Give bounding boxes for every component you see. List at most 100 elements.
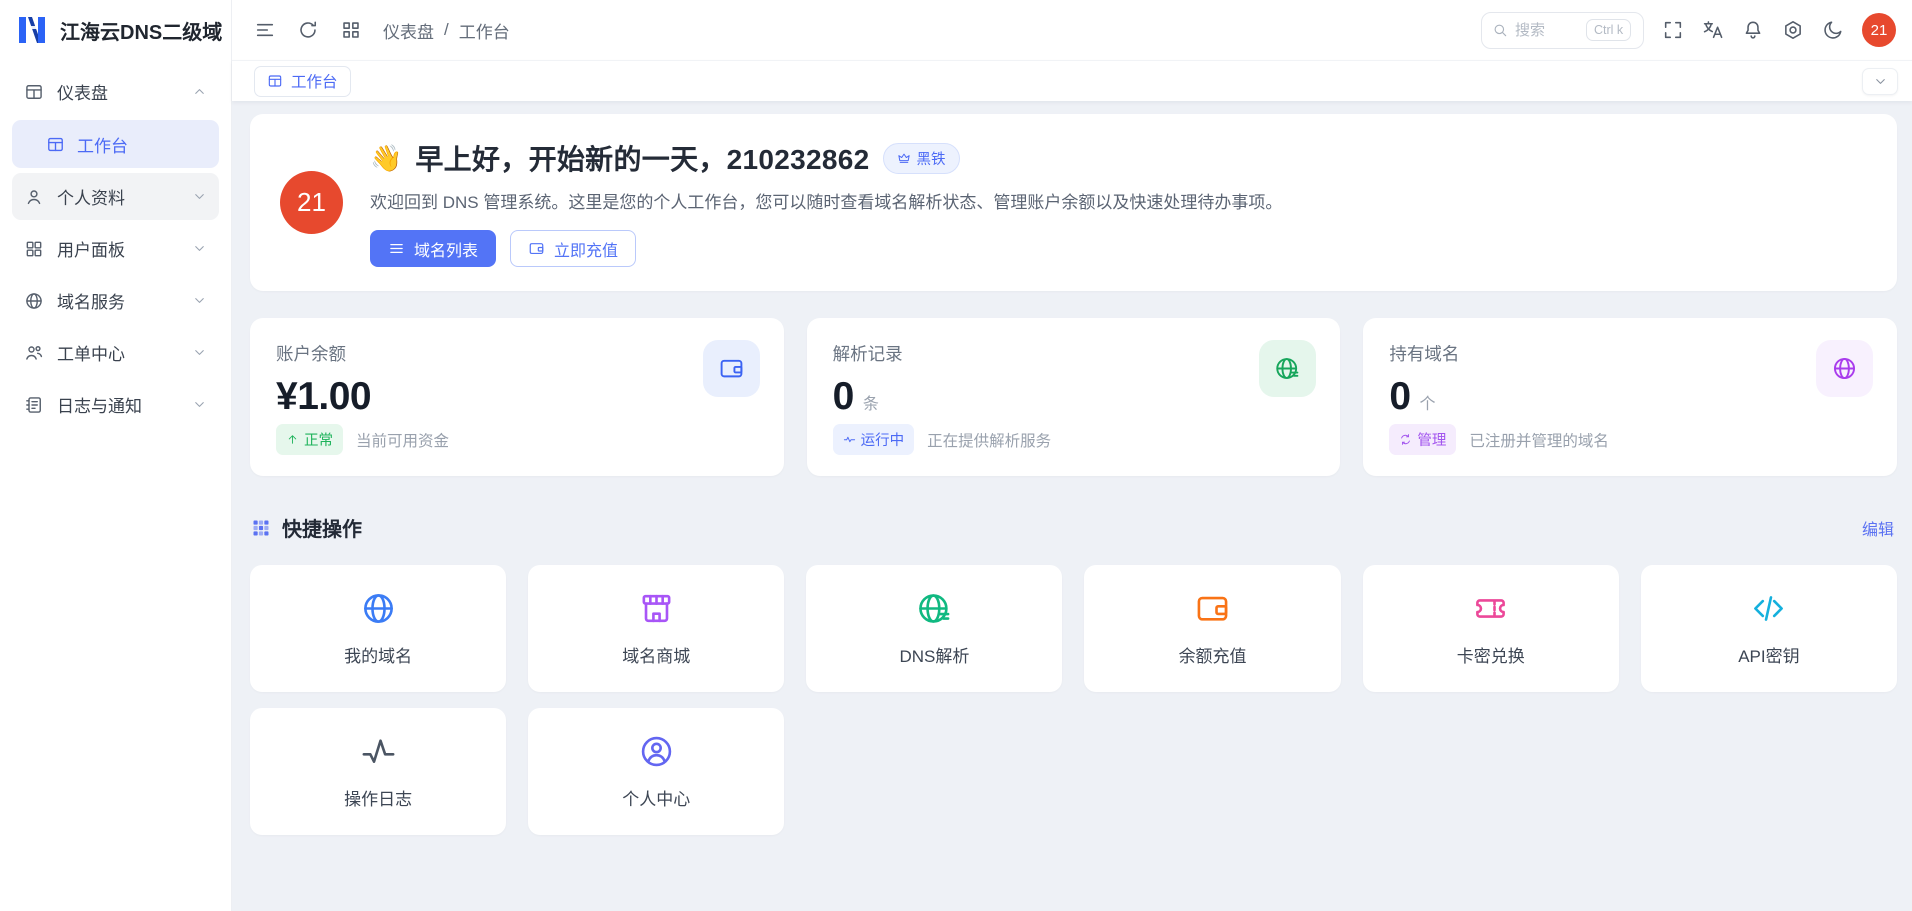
log-icon [24,395,44,415]
recharge-button[interactable]: 立即充值 [510,230,637,267]
main-column: 仪表盘 / 工作台 Ctrl k 21 [232,0,1912,911]
quick-action-label: DNS解析 [899,647,970,666]
sync-icon [1399,433,1412,446]
user-circle-icon [638,733,675,770]
refresh-icon[interactable] [297,19,319,41]
list-icon [388,240,405,257]
quick-actions-title-wrap: 快捷操作 [251,513,362,542]
stat-label: 解析记录 [832,344,903,364]
welcome-title-row: 👋 早上好，开始新的一天，210232862 黑铁 [370,138,1282,178]
chevron-down-icon [192,345,207,360]
stats-row: 账户余额 ¥1.00 正常 当前可用资金 解析记录 0 条运行中 正在提供解析服务 持有域名 0 个… [250,318,1897,476]
sidebar-subitem-label: 工作台 [77,136,128,156]
button-label: 立即充值 [554,242,619,260]
chevron-up-icon [192,84,207,99]
status-badge: 正常 [276,424,343,455]
chevron-down-icon [192,189,207,204]
domain-list-button[interactable]: 域名列表 [370,230,497,267]
quick-action-label: 余额充值 [1178,647,1247,666]
quick-action-card[interactable]: 操作日志 [250,708,507,835]
quick-action-card[interactable]: API密钥 [1640,565,1897,692]
stat-footer: 运行中 正在提供解析服务 [832,424,1051,455]
moon-icon[interactable] [1822,19,1844,41]
search-box[interactable]: Ctrl k [1481,11,1644,49]
sidebar: 江海云DNS二级域 仪表盘工作台个人资料用户面板域名服务工单中心日志与通知 [0,0,232,911]
quick-action-label: 域名商城 [622,647,691,666]
stat-footer: 管理 已注册并管理的域名 [1389,424,1609,455]
translate-icon[interactable] [1702,19,1724,41]
edit-link[interactable]: 编辑 [1862,516,1894,540]
welcome-title: 早上好，开始新的一天，210232862 [415,144,870,175]
topbar-left-icons [254,19,362,41]
sidebar-item[interactable]: 域名服务 [12,277,219,324]
bell-icon[interactable] [1742,19,1764,41]
quick-action-card[interactable]: 我的域名 [250,565,507,692]
status-badge-label: 正常 [304,433,333,449]
stat-description: 当前可用资金 [356,432,450,450]
logo-row: 江海云DNS二级域 [0,0,231,60]
chevron-down-icon [192,397,207,412]
globe-icon [1831,355,1858,382]
sidebar-subitem[interactable]: 工作台 [12,120,219,168]
pulse-icon [843,433,856,446]
globe-dns-icon [1274,355,1301,382]
quick-action-card[interactable]: 个人中心 [528,708,785,835]
breadcrumb-parent[interactable]: 仪表盘 [383,18,434,43]
quick-actions-title: 快捷操作 [282,519,362,541]
wave-emoji: 👋 [370,142,403,173]
breadcrumb-current[interactable]: 工作台 [459,18,510,43]
quick-action-card[interactable]: 卡密兑换 [1362,565,1619,692]
tab-workbench[interactable]: 工作台 [254,65,351,97]
status-badge: 运行中 [832,424,915,455]
quick-action-card[interactable]: 域名商城 [528,565,785,692]
globe-icon [24,291,44,311]
crown-icon [897,151,911,165]
stat-icon-box [1816,340,1873,397]
stat-footer: 正常 当前可用资金 [276,424,449,455]
wallet-icon [718,355,745,382]
stat-card: 持有域名 0 个管理 已注册并管理的域名 [1363,318,1897,476]
welcome-avatar: 21 [280,171,343,234]
stat-card: 解析记录 0 条运行中 正在提供解析服务 [806,318,1341,476]
topbar: 仪表盘 / 工作台 Ctrl k 21 [232,0,1912,60]
welcome-subtitle: 欢迎回到 DNS 管理系统。这里是您的个人工作台，您可以随时查看域名解析状态、管… [370,193,1283,212]
tabbar-collapse-button[interactable] [1862,67,1898,95]
apps-icon[interactable] [340,19,362,41]
sidebar-item-label: 个人资料 [57,189,125,208]
sidebar-item-label: 工单中心 [57,345,125,364]
quick-action-card[interactable]: 余额充值 [1084,565,1341,692]
code-icon [1750,590,1787,627]
search-input[interactable] [1515,21,1579,39]
quick-action-label: 操作日志 [344,790,413,809]
quick-actions-header: 快捷操作 编辑 [251,513,1894,542]
quick-action-card[interactable]: DNS解析 [806,565,1063,692]
stat-card: 账户余额 ¥1.00 正常 当前可用资金 [250,318,784,476]
menu-fold-icon[interactable] [254,19,276,41]
status-badge: 管理 [1389,424,1457,455]
chevron-down-icon [192,293,207,308]
sidebar-item[interactable]: 日志与通知 [12,381,219,428]
stat-value-row: 0个 [1389,375,1871,419]
sidebar-item[interactable]: 个人资料 [12,173,219,220]
sidebar-item[interactable]: 工单中心 [12,329,219,376]
sidebar-item-label: 日志与通知 [57,397,142,416]
dashboard-icon [46,135,65,154]
sidebar-item[interactable]: 仪表盘 [12,68,219,115]
quick-action-label: 个人中心 [622,790,691,809]
tier-badge: 黑铁 [882,142,960,174]
stat-icon-box [702,340,760,397]
stat-label: 账户余额 [276,344,346,364]
button-label: 域名列表 [414,242,479,260]
globe-dns-icon [916,590,953,627]
stat-value: 0 [832,375,855,418]
user-avatar[interactable]: 21 [1862,13,1896,47]
sidebar-item[interactable]: 用户面板 [12,225,219,272]
stat-unit: 个 [1419,396,1436,413]
quick-action-label: API密钥 [1738,647,1800,666]
settings-icon[interactable] [1782,19,1804,41]
activity-icon [360,733,397,770]
sidebar-item-label: 仪表盘 [57,84,108,103]
stat-unit: 条 [862,396,879,413]
fullscreen-icon[interactable] [1662,19,1684,41]
sidebar-menu: 仪表盘工作台个人资料用户面板域名服务工单中心日志与通知 [0,60,231,436]
